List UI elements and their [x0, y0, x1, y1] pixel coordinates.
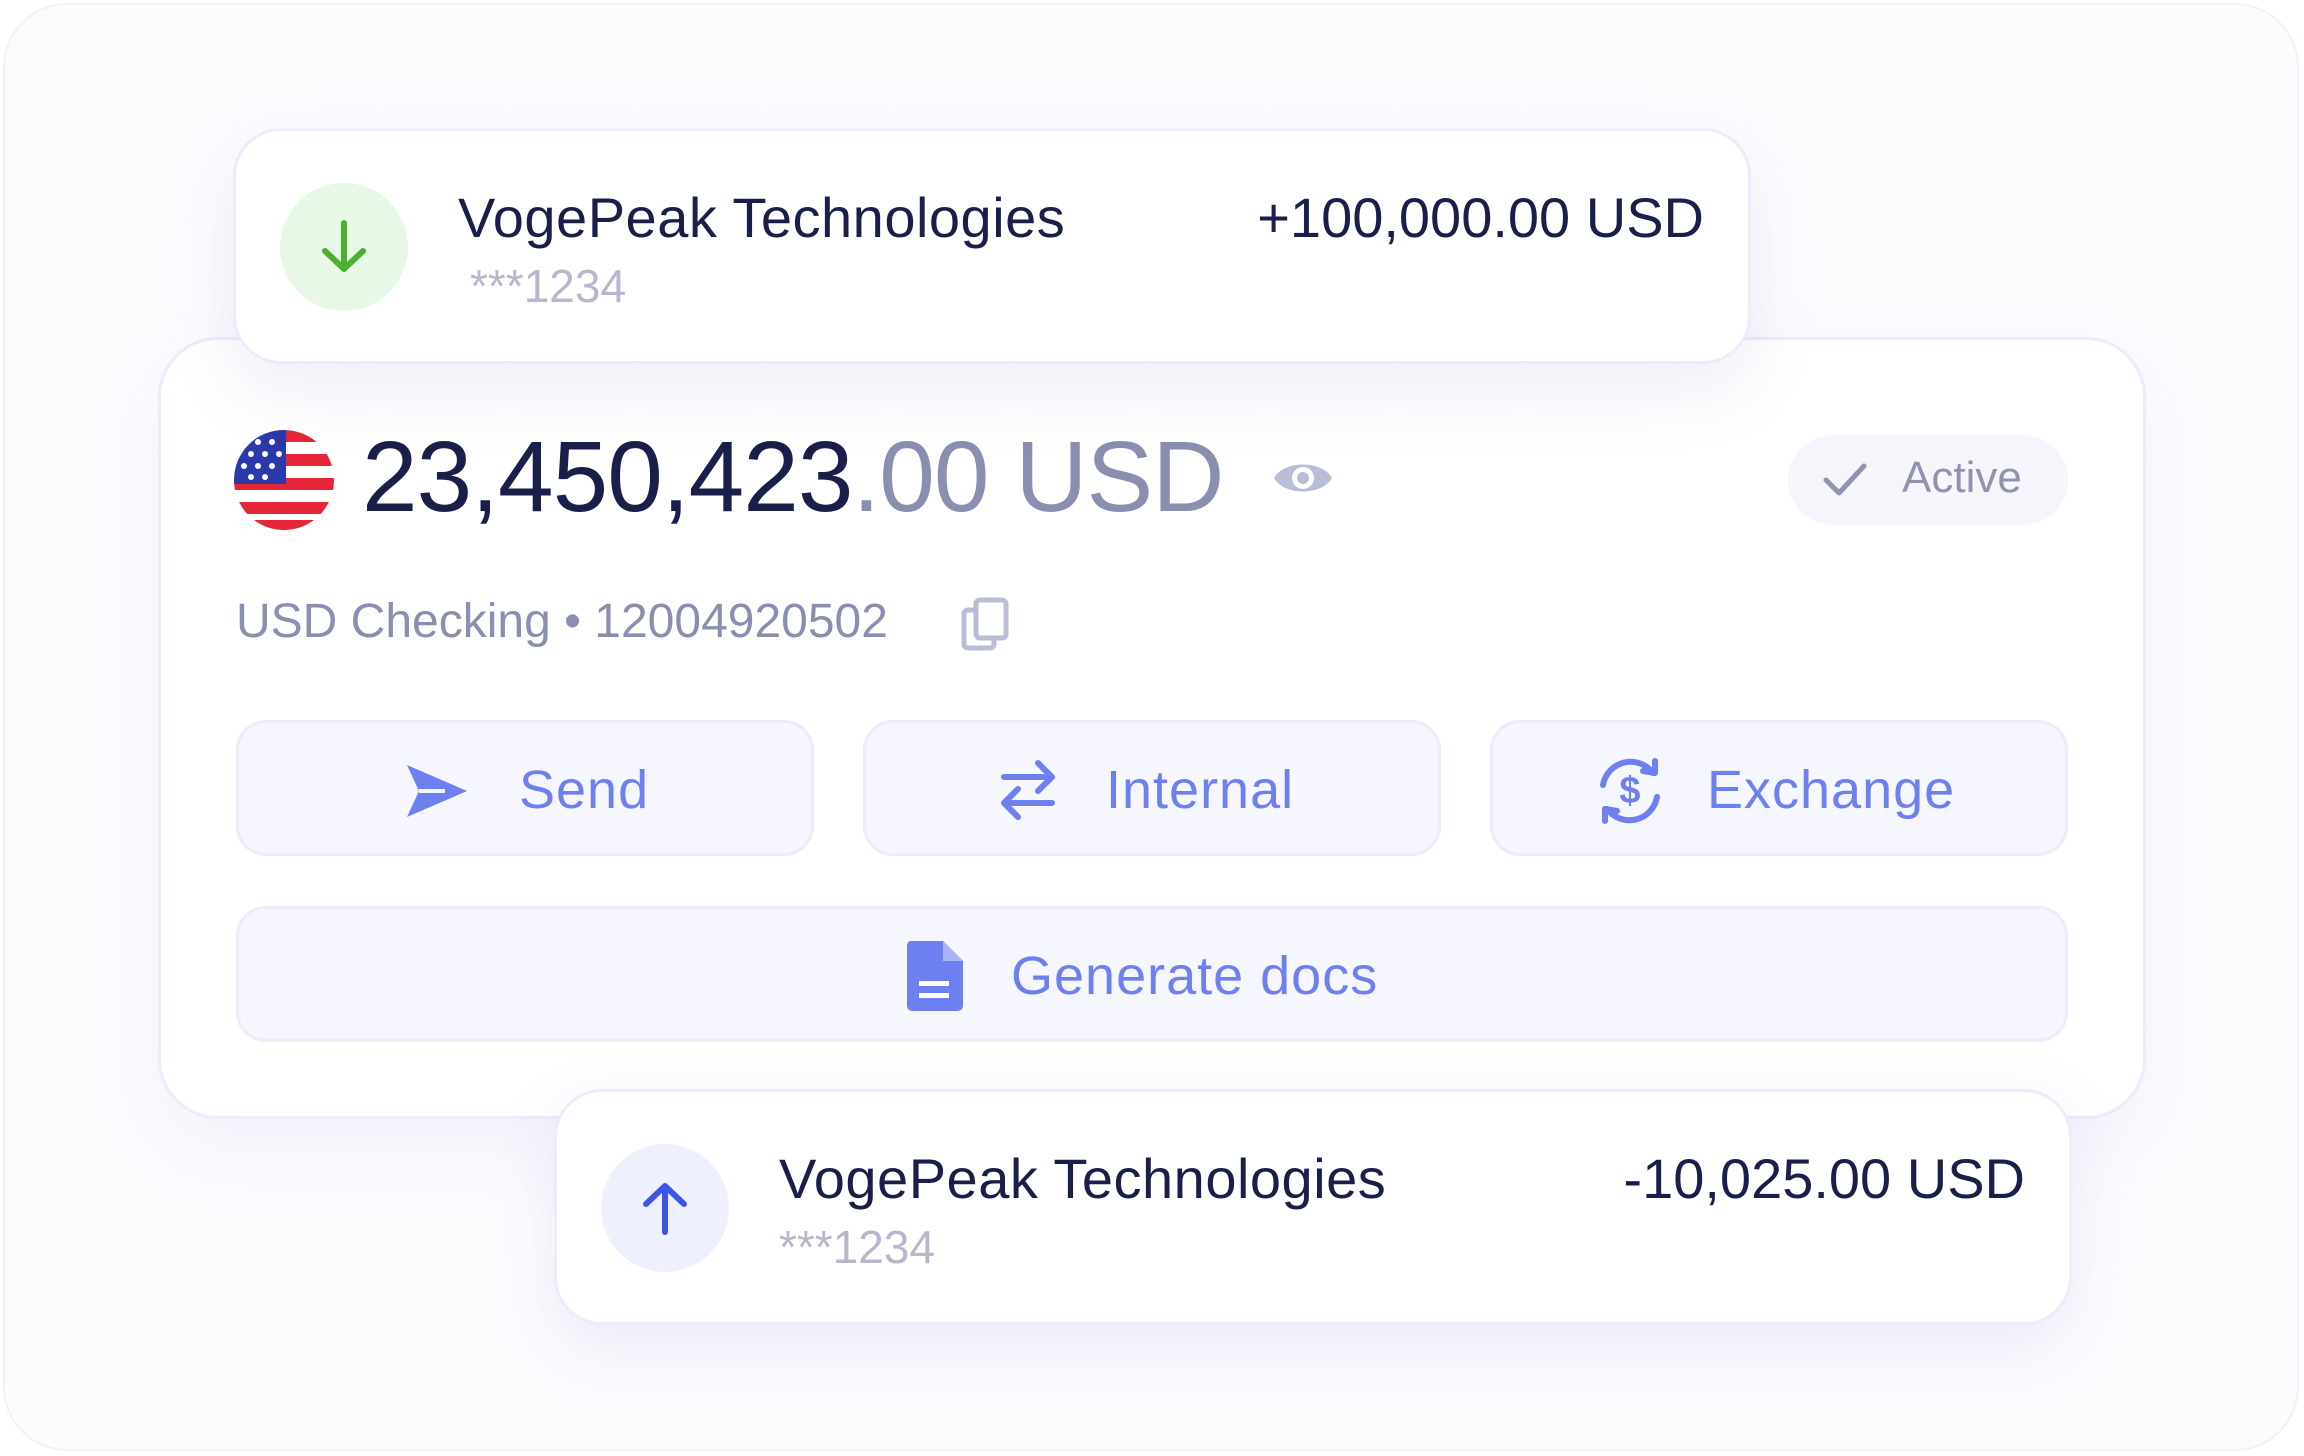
internal-label: Internal	[1106, 760, 1295, 820]
separator: •	[550, 595, 595, 648]
outgoing-icon-bubble	[601, 1144, 729, 1272]
transaction-amount: +100,000.00 USD	[1257, 186, 1704, 249]
counterparty-account: ***1234	[470, 260, 627, 312]
send-label: Send	[519, 760, 650, 820]
counterparty-account: ***1234	[779, 1221, 936, 1273]
arrow-down-icon	[322, 220, 366, 272]
exchange-label: Exchange	[1707, 760, 1956, 820]
send-icon	[407, 765, 467, 817]
swap-arrows-icon	[1001, 760, 1055, 820]
check-icon	[1823, 463, 1867, 496]
status-badge: Active	[1788, 435, 2068, 525]
balance-decimal-currency: .00 USD	[852, 421, 1225, 533]
counterparty-name: VogePeak Technologies	[458, 186, 1066, 249]
transaction-amount: -10,025.00 USD	[1623, 1147, 2025, 1210]
counterparty-name: VogePeak Technologies	[779, 1147, 1387, 1210]
svg-text:$: $	[1619, 770, 1640, 812]
account-details: USD Checking • 12004920502	[236, 594, 888, 649]
copy-icon[interactable]	[960, 596, 1010, 652]
account-number: 12004920502	[594, 595, 888, 648]
generate-docs-label: Generate docs	[1011, 946, 1379, 1006]
internal-button[interactable]: Internal	[863, 720, 1441, 856]
arrow-up-icon	[643, 1183, 687, 1235]
status-label: Active	[1902, 453, 2022, 502]
document-icon	[907, 941, 963, 1011]
send-button[interactable]: Send	[236, 720, 814, 856]
incoming-icon-bubble	[280, 183, 408, 311]
account-name: USD Checking	[236, 595, 551, 648]
incoming-transaction-card[interactable]: VogePeak Technologies ***1234 +100,000.0…	[233, 128, 1751, 364]
us-flag-icon	[234, 430, 334, 530]
generate-docs-button[interactable]: Generate docs	[236, 906, 2068, 1042]
currency-exchange-icon: $	[1600, 758, 1660, 824]
eye-icon[interactable]	[1272, 452, 1334, 504]
outgoing-transaction-card[interactable]: VogePeak Technologies ***1234 -10,025.00…	[554, 1089, 2072, 1325]
exchange-button[interactable]: $ Exchange	[1490, 720, 2068, 856]
balance-integer: 23,450,423	[362, 421, 853, 533]
account-balance: 23,450,423.00 USD	[362, 420, 1225, 535]
